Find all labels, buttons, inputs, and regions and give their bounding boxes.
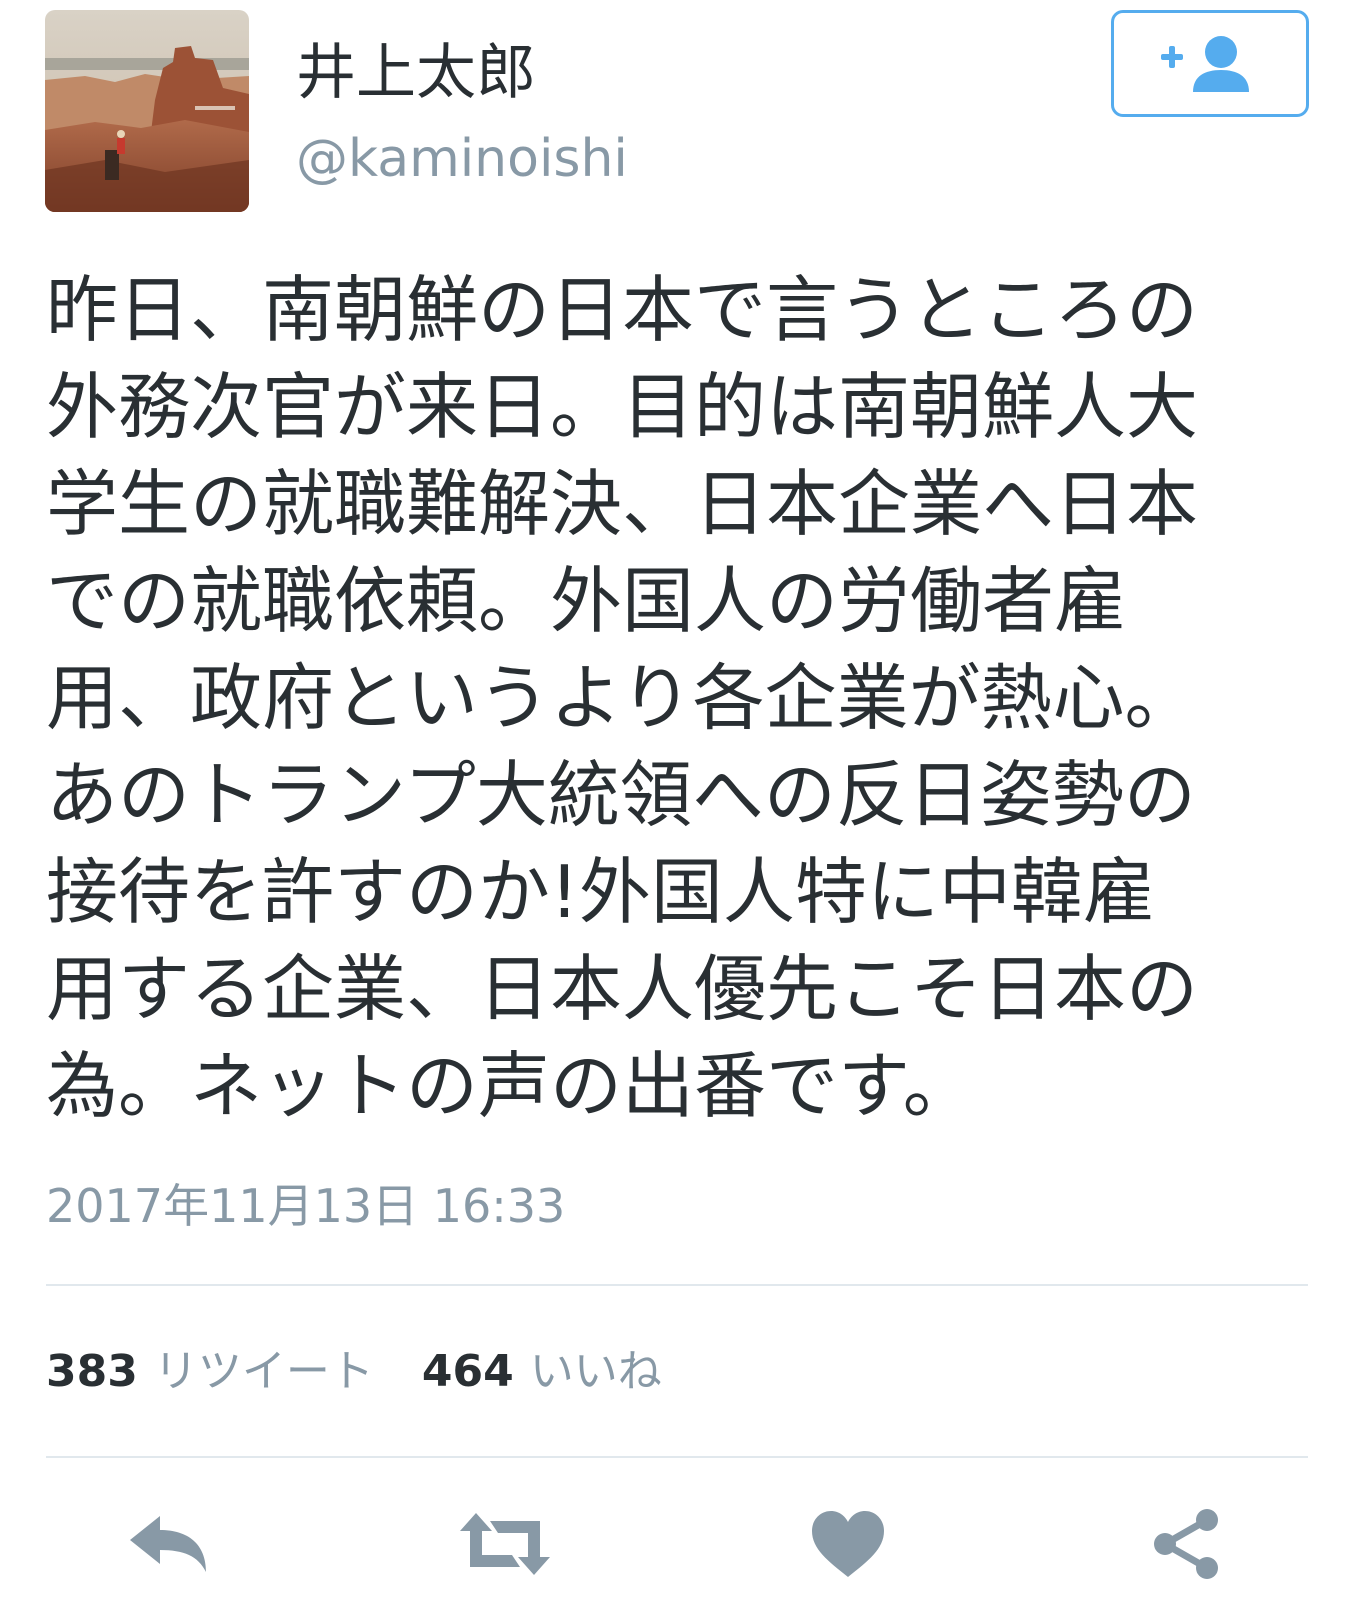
divider: [46, 1284, 1308, 1286]
retweet-count[interactable]: 383: [46, 1344, 138, 1400]
like-count[interactable]: 464: [422, 1344, 514, 1400]
tweet-text-line: 接待を許すのか!外国人特に中韓雇: [46, 850, 1155, 934]
tweet-stats: 383 リツイート 464 いいね: [46, 1344, 710, 1404]
tweet-text: 昨日、南朝鮮の日本で言うところの 外務次官が来日。目的は南朝鮮人大 学生の就職難…: [46, 262, 1308, 1135]
user-handle[interactable]: @kaminoishi: [296, 128, 628, 190]
tweet-text-line: 学生の就職難解決、日本企業へ日本: [46, 462, 1199, 546]
like-label[interactable]: いいね: [530, 1344, 662, 1400]
follow-user-icon: [1161, 35, 1249, 92]
landscape-photo-avatar: [45, 10, 249, 212]
tweet-timestamp: 2017年11月13日 16:33: [46, 1179, 566, 1233]
like-icon: [812, 1511, 884, 1577]
tweet-text-line: での就職依頼。外国人の労働者雇: [46, 559, 1127, 643]
tweet-text-line: 昨日、南朝鮮の日本で言うところの: [46, 268, 1199, 352]
retweet-button[interactable]: [455, 1502, 555, 1586]
tweet-text-line: 用する企業、日本人優先こそ日本の: [46, 947, 1199, 1031]
share-icon: [1154, 1509, 1218, 1579]
divider: [46, 1456, 1308, 1458]
like-button[interactable]: [798, 1502, 898, 1586]
reply-icon: [130, 1516, 206, 1572]
tweet-text-line: 外務次官が来日。目的は南朝鮮人大: [46, 365, 1199, 449]
tweet-text-line: 用、政府というより各企業が熱心。: [46, 656, 1197, 740]
tweet-text-line: 為。ネットの声の出番です。: [46, 1044, 975, 1128]
retweet-icon: [460, 1513, 550, 1575]
avatar[interactable]: [45, 10, 249, 212]
tweet-text-line: あのトランプ大統領への反日姿勢の: [46, 753, 1196, 837]
follow-button[interactable]: [1111, 10, 1309, 117]
retweet-label[interactable]: リツイート: [154, 1344, 374, 1400]
user-display-name[interactable]: 井上太郎: [296, 38, 536, 108]
share-button[interactable]: [1135, 1502, 1235, 1586]
reply-button[interactable]: [118, 1502, 218, 1586]
